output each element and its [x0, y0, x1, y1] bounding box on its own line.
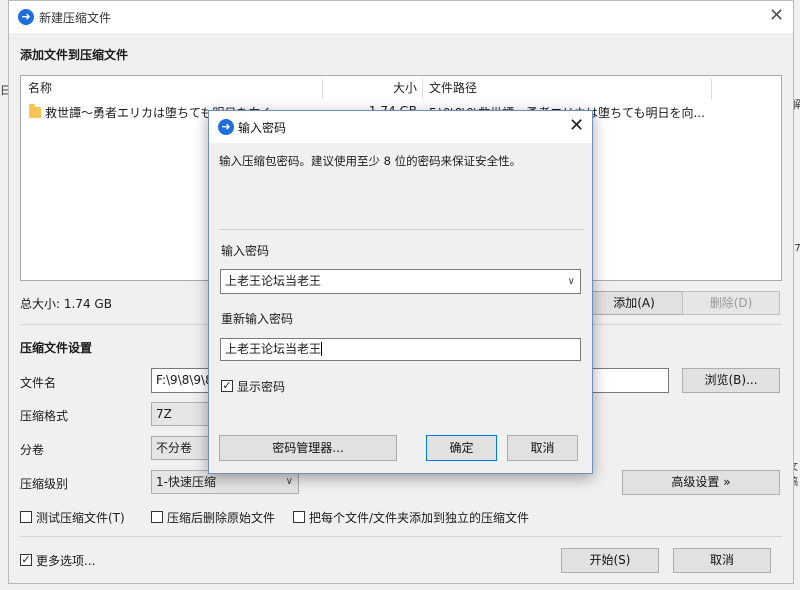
main-cancel-button[interactable]: 取消 [673, 548, 771, 573]
folder-icon [29, 104, 41, 118]
dialog-title-bar: ➜ 输入密码 ✕ [209, 111, 592, 143]
column-header-path[interactable]: 文件路径 [429, 76, 477, 100]
test-archive-checkbox[interactable] [20, 511, 32, 523]
test-archive-label[interactable]: 测试压缩文件(T) [36, 509, 125, 526]
filename-label: 文件名 [20, 376, 57, 390]
delete-after-checkbox[interactable] [151, 511, 163, 523]
divider [219, 229, 583, 230]
level-label: 压缩级别 [20, 477, 69, 491]
delete-button[interactable]: 删除(D) [682, 291, 780, 315]
column-divider[interactable] [422, 79, 423, 99]
confirm-password-value: 上老王论坛当老王 [225, 342, 322, 356]
text-cursor: ​ [321, 342, 323, 356]
format-label: 压缩格式 [20, 409, 69, 423]
format-value: 7Z [156, 407, 172, 421]
chevron-down-icon[interactable]: ∨ [568, 271, 575, 293]
start-button[interactable]: 开始(S) [561, 548, 659, 573]
dialog-title: 输入密码 [238, 121, 287, 135]
password-manager-button[interactable]: 密码管理器... [219, 435, 397, 461]
separate-archives-label[interactable]: 把每个文件/文件夹添加到独立的压缩文件 [309, 509, 529, 526]
close-icon[interactable]: ✕ [769, 7, 784, 25]
separate-archives-checkbox[interactable] [293, 511, 305, 523]
add-files-heading: 添加文件到压缩文件 [20, 48, 129, 62]
password-label: 输入密码 [221, 244, 270, 258]
advanced-settings-button[interactable]: 高级设置 » [622, 470, 780, 495]
chevron-down-icon: ∨ [285, 476, 293, 487]
add-button[interactable]: 添加(A) [585, 291, 683, 315]
app-logo-icon: ➜ [18, 9, 34, 25]
divider [20, 536, 782, 537]
column-header-name[interactable]: 名称 [28, 76, 52, 100]
browse-button[interactable]: 浏览(B)... [682, 368, 780, 393]
total-size: 总大小: 1.74 GB [20, 297, 112, 311]
title-bar: ➜ 新建压缩文件 ✕ [9, 1, 793, 33]
password-value: 上老王论坛当老王 [225, 274, 322, 288]
show-password-label[interactable]: 显示密码 [237, 378, 285, 395]
ok-button[interactable]: 确定 [426, 435, 497, 461]
password-input[interactable]: 上老王论坛当老王 ∨ [220, 269, 581, 294]
level-value: 1-快速压缩 [156, 475, 216, 489]
dialog-cancel-button[interactable]: 取消 [507, 435, 578, 461]
show-password-checkbox[interactable]: ✓ [221, 380, 233, 392]
delete-after-label[interactable]: 压缩后删除原始文件 [167, 509, 275, 526]
confirm-password-input[interactable]: 上老王论坛当老王​ [220, 338, 581, 361]
split-value: 不分卷 [156, 441, 193, 455]
settings-heading: 压缩文件设置 [20, 341, 93, 355]
more-options-checkbox[interactable]: ✓ [20, 554, 32, 566]
close-icon[interactable]: ✕ [569, 117, 584, 135]
background-fragment: 日 [0, 82, 11, 98]
more-options-label[interactable]: 更多选项... [36, 552, 95, 569]
dialog-description: 输入压缩包密码。建议使用至少 8 位的密码来保证安全性。 [219, 154, 522, 168]
column-header-size[interactable]: 大小 [321, 76, 417, 100]
column-divider[interactable] [711, 79, 712, 99]
window-title: 新建压缩文件 [39, 11, 112, 25]
split-label: 分卷 [20, 443, 45, 457]
app-logo-icon: ➜ [218, 119, 234, 135]
password-dialog: ➜ 输入密码 ✕ 输入压缩包密码。建议使用至少 8 位的密码来保证安全性。 输入… [208, 110, 593, 474]
confirm-password-label: 重新输入密码 [221, 312, 294, 326]
